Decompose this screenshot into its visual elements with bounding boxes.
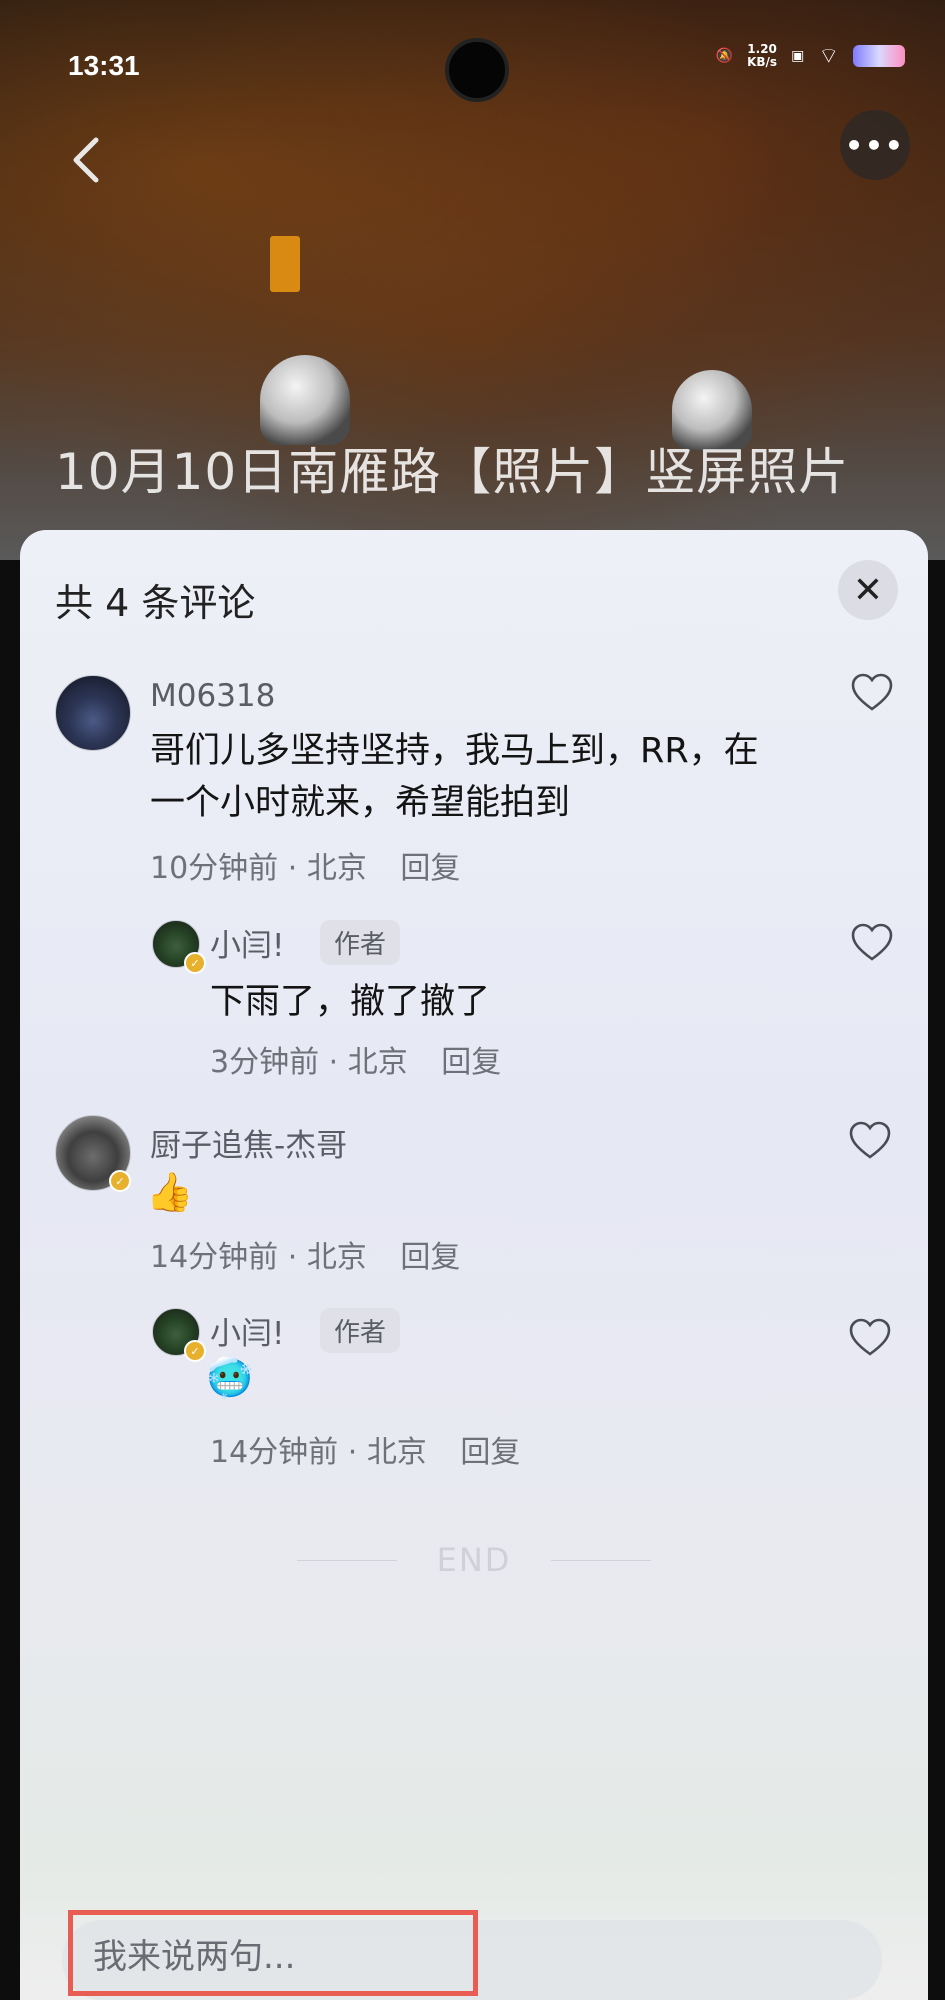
comment-input[interactable]: 我来说两句... (68, 1910, 478, 1996)
comment-content[interactable]: 下雨了，撤了撤了 (210, 976, 770, 1028)
comment-meta: 14分钟前 · 北京 回复 (210, 1427, 520, 1471)
meta-separator: · (328, 1045, 348, 1080)
comment-time: 3分钟前 (210, 1045, 320, 1080)
more-dots-icon: ••• (845, 128, 905, 162)
comment-meta: 14分钟前 · 北京 回复 (150, 1232, 460, 1276)
like-heart-icon[interactable] (848, 1120, 892, 1160)
status-time: 13:31 (68, 50, 140, 81)
net-speed-unit: KB/s (747, 55, 778, 69)
meta-separator: · (287, 851, 307, 886)
comment-time: 14分钟前 (210, 1435, 339, 1470)
comment-username[interactable]: 小闫! (210, 1308, 284, 1353)
reply-button[interactable]: 回复 (441, 1045, 501, 1080)
author-tag: 作者 (320, 1308, 401, 1353)
comment-time: 10分钟前 (150, 851, 279, 886)
comment-meta: 3分钟前 · 北京 回复 (210, 1037, 501, 1081)
end-text: END (436, 1541, 512, 1579)
verified-badge-icon: ✓ (184, 1340, 206, 1362)
comment-username[interactable]: 厨子追焦-杰哥 (150, 1120, 347, 1165)
comment-content[interactable]: 哥们儿多坚持坚持，我马上到，RR，在一个小时就来，希望能拍到 (150, 725, 790, 829)
mute-icon: 🔕 (715, 48, 734, 64)
reply-button[interactable]: 回复 (400, 851, 460, 886)
comment-username[interactable]: M06318 (150, 678, 275, 714)
meta-separator: · (347, 1435, 367, 1470)
net-speed: 1.20 KB/s (747, 43, 777, 69)
comment-content[interactable]: 🥶 (206, 1356, 253, 1401)
comment-meta: 10分钟前 · 北京 回复 (150, 843, 460, 887)
reply-button[interactable]: 回复 (460, 1435, 520, 1470)
comments-sheet: 共 4 条评论 ✕ M06318 哥们儿多坚持坚持，我马上到，RR，在一个小时就… (20, 530, 928, 2000)
comment-location: 北京 (347, 1045, 408, 1080)
more-button[interactable]: ••• (840, 110, 910, 180)
like-heart-icon[interactable] (848, 1317, 892, 1357)
meta-separator: · (287, 1240, 307, 1275)
battery-icon (853, 45, 905, 67)
status-bar: 13:31 🔕 1.20 KB/s ▣ ⌔ (0, 0, 945, 120)
comment-location: 北京 (306, 851, 367, 886)
wifi-icon: ⌔ (818, 44, 839, 69)
close-button[interactable]: ✕ (838, 560, 898, 620)
close-icon: ✕ (852, 569, 884, 611)
author-tag: 作者 (320, 920, 401, 965)
comment-username[interactable]: 小闫! (210, 920, 284, 965)
video-title: 10月10日南雁路【照片】竖屏照片 (55, 443, 850, 501)
like-heart-icon[interactable] (850, 672, 894, 712)
comment-time: 14分钟前 (150, 1240, 279, 1275)
comment-count-header: 共 4 条评论 (55, 581, 256, 625)
reply-button[interactable]: 回复 (400, 1240, 460, 1275)
avatar[interactable] (55, 675, 131, 751)
comment-location: 北京 (366, 1435, 427, 1470)
sim-icon: ▣ (791, 48, 805, 64)
status-icons: 🔕 1.20 KB/s ▣ ⌔ (716, 42, 905, 70)
divider (296, 1559, 397, 1561)
phone-screen: 13:31 🔕 1.20 KB/s ▣ ⌔ ••• 10月10日南雁路【照片】竖… (0, 0, 945, 2000)
end-marker: END (20, 1540, 928, 1580)
comment-content[interactable]: 👍 (146, 1170, 193, 1215)
verified-badge-icon: ✓ (184, 952, 206, 974)
back-button[interactable] (60, 130, 110, 190)
front-camera (445, 38, 509, 102)
divider (551, 1559, 652, 1561)
road-sign (270, 236, 300, 292)
verified-badge-icon: ✓ (109, 1170, 131, 1192)
comment-location: 北京 (306, 1240, 367, 1275)
back-arrow-icon (73, 137, 99, 183)
like-heart-icon[interactable] (850, 922, 894, 962)
